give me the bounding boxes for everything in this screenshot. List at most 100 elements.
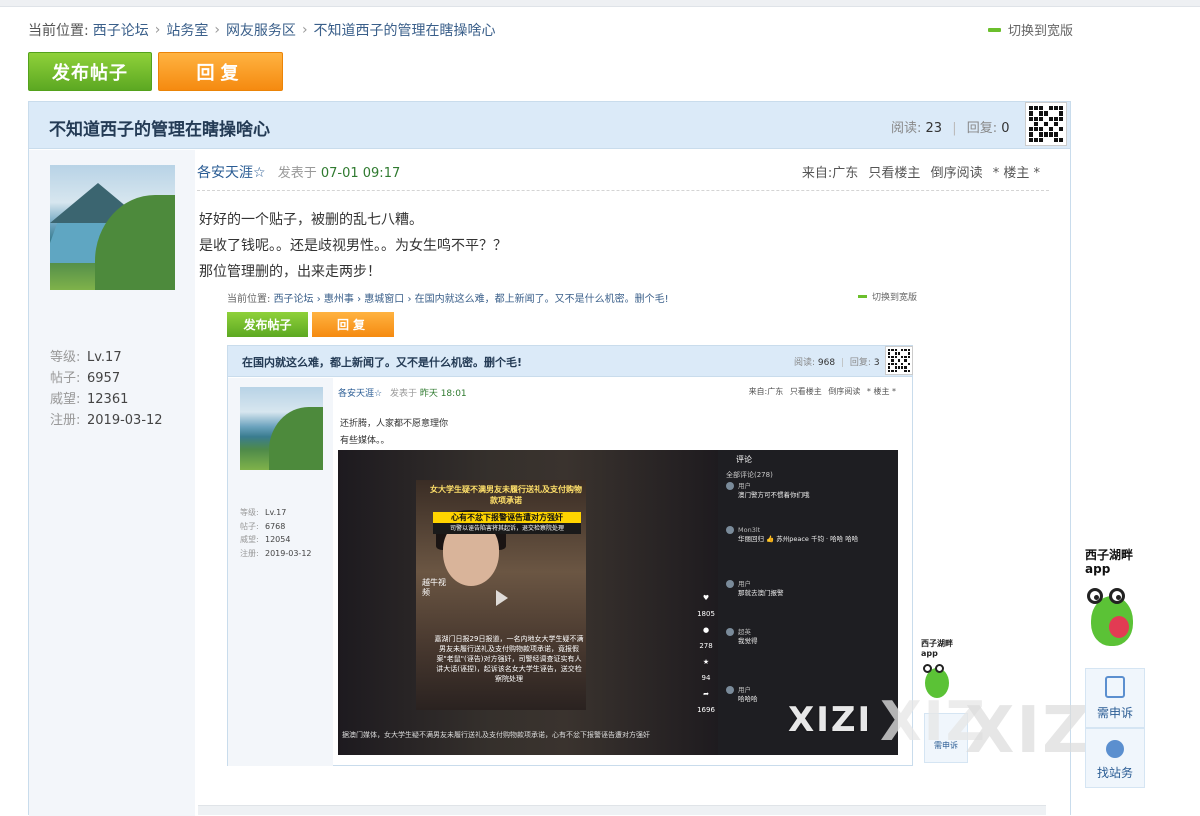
video-badge-line: 心有不忿下报警诬告遭对方强奸: [451, 513, 563, 522]
post-meta: 各安天涯☆ 发表于 07-01 09:17: [197, 162, 400, 182]
embedded-appeal-button: 需申诉: [924, 713, 968, 763]
info-prestige: 12054: [265, 535, 291, 544]
info-key: 帖子:: [240, 521, 259, 531]
info-key: 注册:: [240, 548, 259, 558]
thread-header: 不知道西子的管理在瞎操啥心 阅读: 23 | 回复: 0: [29, 102, 1070, 149]
embedded-reply-button: 回复: [312, 312, 394, 337]
only-author-link[interactable]: 只看楼主: [868, 166, 920, 181]
author-name[interactable]: 各安天涯☆: [197, 165, 266, 181]
read-label: 阅读:: [891, 121, 922, 136]
info-key: 等级:: [50, 350, 81, 365]
embedded-breadcrumb: 当前位置: 西子论坛 › 惠州事 › 惠城窗口 › 在国内就这么难，都上新闻了。…: [227, 290, 669, 305]
comment-count: 278: [699, 642, 713, 650]
avatar: [240, 387, 323, 470]
comment-item: 超英 我觉得: [726, 628, 886, 646]
mascot-title: 西子湖畔: [1085, 548, 1134, 562]
breadcrumb-link-thread[interactable]: 不知道西子的管理在瞎操啥心: [314, 20, 496, 40]
reply-count: 0: [1001, 121, 1010, 136]
wide-layout-icon: [858, 295, 867, 298]
posted-time: 07-01 09:17: [320, 166, 401, 181]
breadcrumb-link-service[interactable]: 网友服务区: [226, 20, 296, 40]
reverse-order-link[interactable]: 倒序阅读: [931, 166, 983, 181]
breadcrumb-link-forum[interactable]: 西子论坛: [93, 20, 149, 40]
breadcrumb-link-office[interactable]: 站务室: [166, 20, 208, 40]
wide-layout-icon: [988, 27, 1001, 32]
info-posts: 6768: [265, 521, 286, 531]
info-key: 威望:: [240, 535, 259, 544]
share-icon: ➦: [703, 690, 709, 698]
new-post-button[interactable]: 发布帖子: [28, 52, 152, 91]
post-content: 好好的一个贴子，被删的乱七八糟。 是收了钱呢。。还是歧视男性。。为女生鸣不平？？…: [199, 207, 507, 285]
share-count: 1696: [697, 706, 715, 714]
thread-panel: 不知道西子的管理在瞎操啥心 阅读: 23 | 回复: 0 等级: Lv.17 帖…: [28, 101, 1071, 816]
frog-mascot-icon: [921, 662, 953, 702]
comment-item: 用户 那就去澳门报警: [726, 580, 886, 598]
comment-user: 用户: [738, 580, 751, 588]
breadcrumb-prefix: 当前位置:: [28, 23, 89, 39]
author-sidebar: 等级: Lv.17 帖子: 6957 威望: 12361 注册: 2019-03-12: [29, 150, 195, 816]
qr-code-icon[interactable]: [1025, 102, 1067, 146]
comment-text: 澳门警方可不惯着你们哦: [738, 491, 810, 499]
embedded-reply-label: 回复:: [849, 358, 871, 368]
frog-mascot-icon: [1085, 582, 1141, 654]
person-icon: [1106, 740, 1124, 758]
embedded-switch-wide-label: 切换到宽版: [872, 293, 918, 303]
embedded-screenshot[interactable]: 当前位置: 西子论坛 › 惠州事 › 惠城窗口 › 在国内就这么难，都上新闻了。…: [199, 288, 1049, 766]
avatar[interactable]: [50, 165, 175, 290]
comment-item: 用户 澳门警方可不惯着你们哦: [726, 482, 886, 500]
star-icon: ★: [702, 658, 710, 666]
comment-count-header: 全部评论(278): [726, 471, 773, 479]
find-staff-button[interactable]: 找站务: [1085, 728, 1145, 788]
comment-text: 我觉得: [738, 637, 758, 645]
embedded-author-sidebar: 等级: Lv.17 帖子: 6768 威望: 12054 注册: 2019-03-12: [228, 378, 333, 766]
comment-item: 用户 哈哈哈: [726, 686, 886, 704]
embedded-thread-header: 在国内就这么难，都上新闻了。又不是什么机密。删个毛! 阅读: 968 | 回复:…: [228, 346, 913, 377]
video-caption: 女大学生疑不满男友未履行送礼及支付购物款项承诺: [430, 485, 582, 505]
embedded-from: 来自:广东: [748, 387, 784, 396]
embedded-mascot-label: 西子湖畔app: [921, 639, 953, 658]
comment-text: 那就去澳门报警: [738, 589, 784, 597]
embedded-post-button: 发布帖子: [227, 312, 308, 337]
appeal-button[interactable]: 需申诉: [1085, 668, 1145, 728]
embedded-author-name: 各安天涯☆: [338, 389, 383, 399]
video-subtext: 嘉湖门日报29日报道，一名内地女大学生疑不满男友未履行送礼及支付购物款项承诺，竟…: [434, 635, 584, 683]
embedded-mascot: 西子湖畔app: [921, 638, 966, 702]
qr-code-icon: [885, 346, 913, 375]
favorite-count: 94: [701, 674, 711, 682]
post-from: 来自:广东: [801, 166, 859, 181]
comment-item: Mon3lt 华丽回归 👍 苏州peace 千钧 · 哈哈 哈哈: [726, 526, 886, 544]
info-posts: 6957: [87, 371, 121, 386]
embedded-thread-title: 在国内就这么难，都上新闻了。又不是什么机密。删个毛!: [242, 356, 523, 369]
switch-wide-link[interactable]: 切换到宽版: [988, 20, 1073, 39]
embedded-post-content: 还折腾，人家都不愿意理你 有些媒体。。: [340, 416, 448, 450]
embedded-floor: * 楼主 *: [866, 387, 896, 396]
reply-button[interactable]: 回复: [158, 52, 283, 91]
embedded-reply-count: 3: [873, 358, 880, 368]
thread-title: 不知道西子的管理在瞎操啥心: [49, 120, 270, 140]
embedded-switch-wide: 切换到宽版: [858, 290, 917, 303]
video-badge: 心有不忿下报警诬告遭对方强奸 司警以诬告陷害将其起诉，退交检察院处理: [433, 512, 581, 534]
info-level: Lv.17: [87, 350, 122, 365]
video-bottom-caption: 据澳门媒体，女大学生疑不满男友未履行送礼及支付购物款项承诺，心有不忿下报警诬告遭…: [342, 731, 650, 739]
appeal-label: 需申诉: [1096, 706, 1133, 720]
mascot-subtitle: app: [1085, 562, 1111, 576]
switch-wide-label: 切换到宽版: [1008, 24, 1074, 39]
app-mascot[interactable]: 西子湖畔 app: [1085, 548, 1145, 654]
embedded-read-count: 968: [817, 358, 836, 368]
embedded-posted-time: 昨天 18:01: [419, 389, 467, 399]
comment-icon: ●: [702, 626, 710, 634]
breadcrumb-separator: ›: [301, 22, 308, 38]
post-actions: 来自:广东 只看楼主 倒序阅读 * 楼主 *: [796, 162, 1040, 181]
breadcrumb-separator: ›: [214, 22, 220, 38]
info-key: 帖子:: [50, 371, 81, 386]
comment-text: 哈哈哈: [738, 695, 758, 703]
comment-panel: 评论 全部评论(278) 用户 澳门警方可不惯着你们哦 Mon3lt 华丽回归 👍 …: [718, 450, 898, 755]
embedded-posted-label: 发表于: [389, 389, 417, 399]
play-icon: [496, 590, 508, 606]
comment-user: 用户: [738, 482, 751, 490]
embedded-stats: 阅读: 968 | 回复: 3: [794, 355, 880, 368]
user-info: 等级: Lv.17 帖子: 6957 威望: 12361 注册: 2019-03-12: [50, 347, 163, 431]
tab-comments: 评论: [736, 455, 752, 464]
reply-label: 回复:: [966, 121, 998, 136]
embedded-thread-panel: 在国内就这么难，都上新闻了。又不是什么机密。删个毛! 阅读: 968 | 回复:…: [227, 345, 913, 766]
